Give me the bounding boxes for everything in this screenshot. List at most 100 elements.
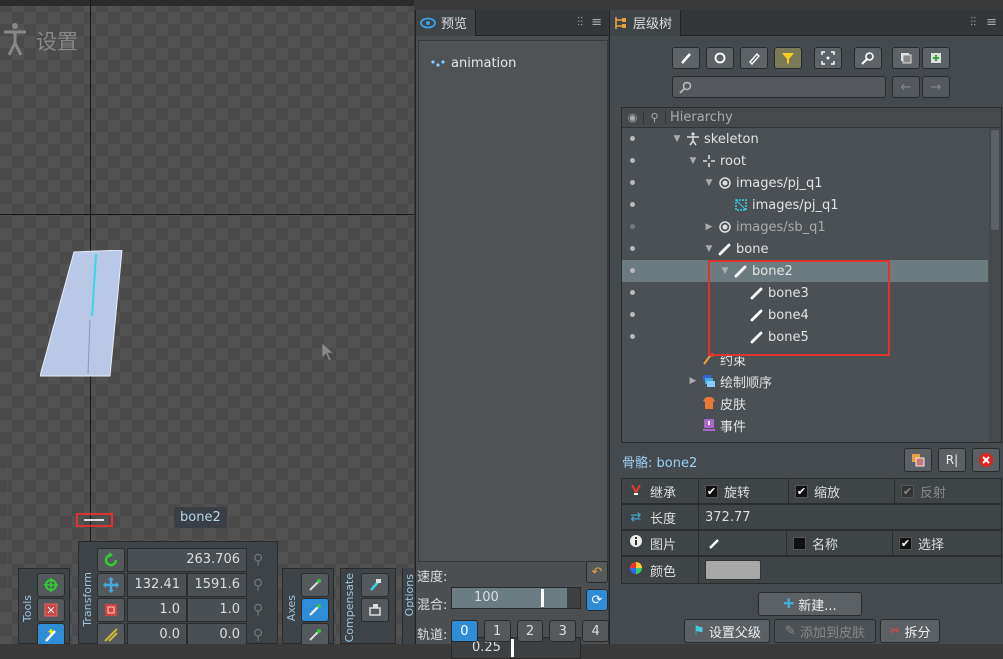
tree-row[interactable]: 皮肤 [622, 392, 988, 414]
visibility-dot-icon[interactable] [630, 312, 635, 317]
tree-row[interactable]: ▶ images/sb_q1 [622, 216, 988, 238]
keyable-column-icon[interactable]: ⚲ [644, 111, 666, 124]
filter-bones-button[interactable] [672, 47, 700, 69]
scale-y-input[interactable]: 1.0 [187, 598, 247, 622]
shear-y-input[interactable]: 0.0 [187, 623, 247, 644]
search-input[interactable] [672, 76, 886, 98]
translate-tool-button[interactable] [97, 573, 125, 597]
expand-toggle-icon[interactable]: ▶ [688, 376, 698, 386]
axes-world-button[interactable] [301, 623, 329, 644]
weights-tool-button[interactable] [37, 598, 65, 622]
axes-local-button[interactable] [301, 573, 329, 597]
tree-row[interactable]: ▼ root [622, 150, 988, 172]
tab-preview[interactable]: 预览 [416, 9, 477, 36]
tab-hierarchy[interactable]: 层级树 [610, 9, 682, 36]
list-item[interactable]: animation [431, 56, 516, 71]
tree-row[interactable]: 事件 [622, 414, 988, 436]
expand-toggle-icon[interactable]: ▼ [704, 244, 714, 254]
tree-row[interactable]: ▼ images/pj_q1 [622, 172, 988, 194]
tools-tab[interactable]: Tools [21, 595, 34, 622]
collapse-all-button[interactable] [892, 47, 920, 69]
expand-all-button[interactable] [922, 47, 950, 69]
rename-button[interactable]: R| [938, 448, 966, 472]
scale-tool-button[interactable] [97, 598, 125, 622]
expand-toggle-icon[interactable]: ▼ [704, 178, 714, 188]
filter-attachments-button[interactable] [740, 47, 768, 69]
inherit-scale-checkbox[interactable]: ✔ 缩放 [788, 479, 894, 503]
frame-selection-button[interactable] [814, 47, 842, 69]
expand-toggle-icon[interactable]: ▶ [704, 222, 714, 232]
panel-menu-icon[interactable]: ≡ [591, 15, 602, 30]
inherit-reflect-checkbox[interactable]: ✔ 反射 [894, 479, 1001, 503]
speed-reset-button[interactable]: ↶ [586, 561, 608, 583]
track-button-0[interactable]: 0 [451, 620, 478, 642]
rotate-tool-button[interactable] [97, 548, 125, 572]
filter-slots-button[interactable] [706, 47, 734, 69]
visibility-dot-icon[interactable] [630, 290, 635, 295]
scale-key-icon[interactable]: ⚲ [253, 602, 263, 618]
set-parent-button[interactable]: ⚑ 设置父级 [684, 619, 770, 643]
scale-x-input[interactable]: 1.0 [127, 598, 187, 622]
track-button-2[interactable]: 2 [516, 620, 544, 642]
tree-row[interactable]: ▼ bone [622, 238, 988, 260]
rotation-input[interactable]: 263.706 [127, 548, 247, 572]
track-button-3[interactable]: 3 [549, 620, 577, 642]
visibility-dot-icon[interactable] [630, 158, 635, 163]
expand-toggle-icon[interactable]: ▼ [688, 156, 698, 166]
visibility-dot-icon[interactable] [630, 136, 635, 141]
length-input[interactable]: 372.77 [698, 505, 1001, 529]
add-to-skin-button[interactable]: ✎ 添加到皮肤 [774, 619, 876, 643]
visibility-dot-icon[interactable] [630, 268, 635, 273]
pose-tool-button[interactable] [37, 573, 65, 597]
panel-menu-icon[interactable]: ≡ [986, 15, 997, 30]
translate-x-input[interactable]: 132.41 [127, 573, 187, 597]
axes-tab[interactable]: Axes [285, 595, 298, 621]
visibility-dot-icon[interactable] [630, 202, 635, 207]
compensate-bones-button[interactable] [361, 573, 389, 597]
visibility-dot-icon[interactable] [630, 224, 635, 229]
search-prev-button[interactable]: ← [892, 76, 920, 98]
shear-key-icon[interactable]: ⚲ [253, 627, 263, 643]
panel-settings-icon[interactable]: ⫶⫶ [970, 15, 976, 30]
delete-button[interactable] [972, 448, 1000, 472]
inherit-rotate-checkbox[interactable]: ✔ 旋转 [698, 479, 788, 503]
viewport[interactable]: 设置 bone2 Tools Transform 263.706 ⚲ 132.4… [0, 0, 414, 644]
mix-loop-button[interactable]: ⟳ [586, 589, 608, 611]
track-button-4[interactable]: 4 [582, 620, 609, 642]
color-swatch[interactable] [705, 560, 761, 580]
expand-toggle-icon[interactable]: ▼ [672, 134, 682, 144]
speed-slider[interactable]: 100 [451, 587, 581, 609]
visibility-column-icon[interactable]: ◉ [622, 111, 644, 124]
axes-parent-button[interactable] [301, 598, 329, 622]
tree-row[interactable]: ▶ 绘制顺序 [622, 370, 988, 392]
transform-tab[interactable]: Transform [81, 572, 94, 627]
visibility-dot-icon[interactable] [630, 246, 635, 251]
tree-scrollbar[interactable] [989, 128, 1001, 442]
tree-row[interactable]: ▼ skeleton [622, 128, 988, 150]
search-next-button[interactable]: → [922, 76, 950, 98]
tree-row[interactable]: images/pj_q1 [622, 194, 988, 216]
select-checkbox[interactable]: ✔ 选择 [892, 531, 1001, 555]
translate-y-input[interactable]: 1591.6 [187, 573, 247, 597]
find-button[interactable] [854, 47, 882, 69]
duplicate-button[interactable] [904, 448, 932, 472]
visibility-dot-icon[interactable] [630, 180, 635, 185]
compensate-images-button[interactable] [361, 598, 389, 622]
options-tab[interactable]: Options [403, 574, 414, 616]
translate-key-icon[interactable]: ⚲ [253, 577, 263, 593]
panel-settings-icon[interactable]: ⫶⫶ [577, 15, 583, 30]
filter-toggle-button[interactable] [774, 47, 802, 69]
new-button[interactable]: ✚ 新建... [758, 592, 862, 616]
shear-tool-button[interactable] [97, 623, 125, 644]
name-checkbox[interactable]: 名称 [786, 531, 892, 555]
shear-x-input[interactable]: 0.0 [127, 623, 187, 644]
create-tool-button[interactable] [37, 623, 65, 644]
rotation-key-icon[interactable]: ⚲ [253, 552, 263, 568]
track-button-1[interactable]: 1 [483, 620, 511, 642]
split-button[interactable]: ✂ 拆分 [880, 619, 940, 643]
mesh-attachment[interactable] [40, 250, 124, 378]
visibility-dot-icon[interactable] [630, 334, 635, 339]
image-bone-toggle[interactable] [698, 531, 786, 555]
tree-scrollbar-thumb[interactable] [991, 130, 999, 230]
compensate-tab[interactable]: Compensate [343, 573, 356, 642]
